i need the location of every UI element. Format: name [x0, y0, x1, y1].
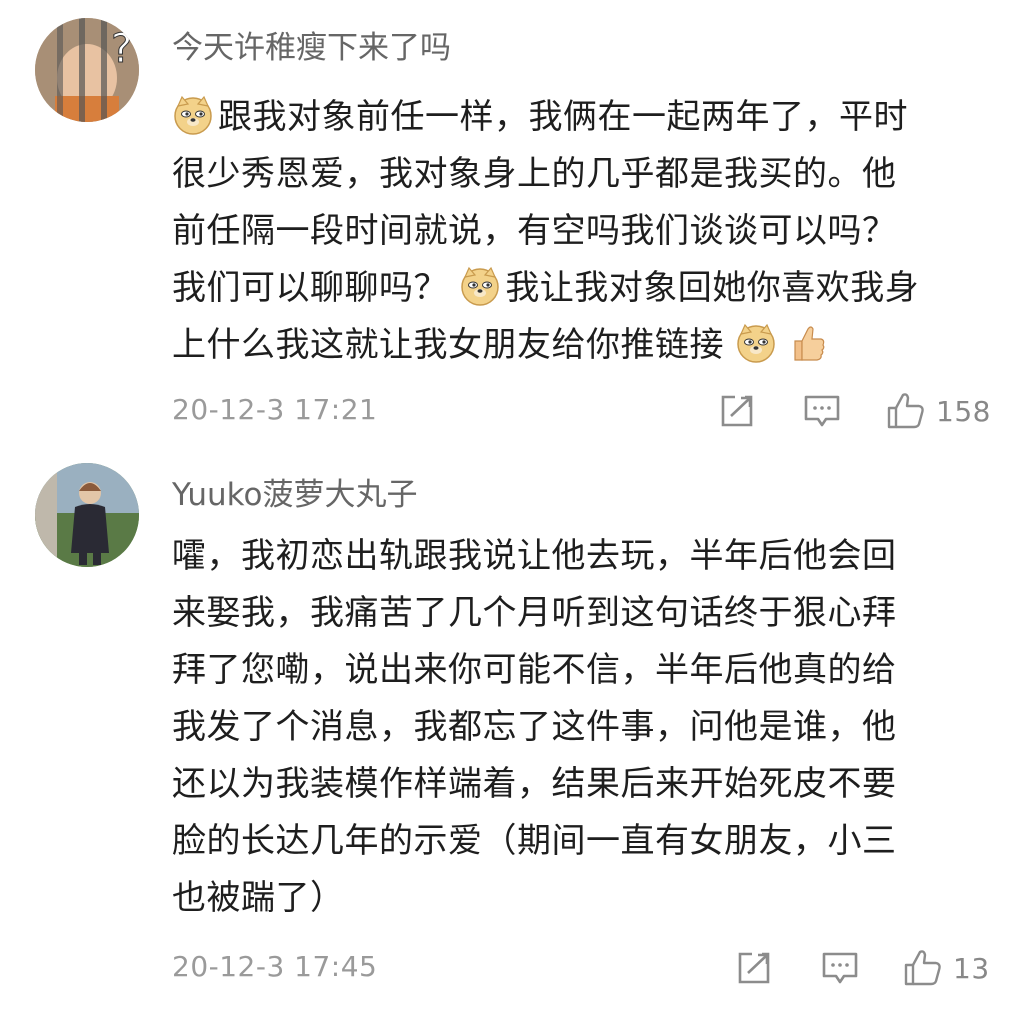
avatar-image: ? — [35, 18, 139, 122]
like-button[interactable]: 13 — [903, 948, 990, 988]
doge-emoji-icon — [172, 94, 214, 136]
comment-line: 上什么我这就让我女朋友给你推链接 — [172, 317, 992, 374]
comment-item: ? 今天许稚瘦下来了吗 跟我对象前任一样，我俩在一起两年了，平时 很少秀恩爱，我… — [0, 0, 1024, 450]
user-avatar[interactable] — [35, 463, 139, 567]
share-button[interactable] — [717, 391, 757, 431]
avatar-image — [35, 463, 139, 567]
share-icon — [738, 952, 770, 984]
comment-line: 前任隔一段时间就说，有空吗我们谈谈可以吗？ — [172, 211, 897, 251]
thumbs-up-icon — [887, 393, 924, 429]
comment-line: 我发了个消息，我都忘了这件事，问他是谁，他 — [172, 707, 897, 747]
comment-body: 跟我对象前任一样，我俩在一起两年了，平时 很少秀恩爱，我对象身上的几乎都是我买的… — [172, 89, 992, 374]
comment-meta: 20-12-3 17:21 158 — [172, 389, 992, 433]
timestamp: 20-12-3 17:45 — [172, 950, 378, 983]
comment-line: 嚯，我初恋出轨跟我说让他去玩，半年后他会回 — [172, 536, 897, 576]
share-icon — [721, 395, 753, 427]
doge-emoji-icon — [459, 265, 501, 307]
like-count: 13 — [953, 951, 990, 985]
like-count: 158 — [936, 394, 991, 428]
comment-line: 还以为我装模作样端着，结果后来开始死皮不要 — [172, 764, 897, 804]
comment-divider — [0, 452, 1024, 453]
comment-line-text: 我让我对象回她你喜欢我身 — [505, 268, 920, 308]
comment-line-text: 我们可以聊聊吗？ — [172, 268, 448, 308]
comment-line: 也被踹了） — [172, 878, 345, 918]
thumbs-up-emoji-icon — [787, 322, 829, 364]
thumbs-up-icon — [904, 950, 941, 986]
svg-text:?: ? — [111, 26, 132, 72]
username[interactable]: 今天许稚瘦下来了吗 — [172, 22, 451, 67]
comment-meta: 20-12-3 17:45 13 — [172, 946, 992, 990]
comment-line-text: 跟我对象前任一样，我俩在一起两年了，平时 — [218, 97, 908, 137]
reply-button[interactable] — [820, 948, 860, 988]
reply-button[interactable] — [802, 391, 842, 431]
doge-emoji-icon — [735, 322, 777, 364]
user-avatar[interactable]: ? — [35, 18, 139, 122]
comment-line: 来娶我，我痛苦了几个月听到这句话终于狠心拜 — [172, 593, 897, 633]
comment-line: 很少秀恩爱，我对象身上的几乎都是我买的。他 — [172, 154, 897, 194]
comment-line: 拜了您嘞，说出来你可能不信，半年后他真的给 — [172, 650, 897, 690]
timestamp: 20-12-3 17:21 — [172, 393, 378, 426]
comment-line: 我们可以聊聊吗？ 我让我对象回她你喜欢我身 — [172, 260, 992, 317]
comment-item: Yuuko菠萝大丸子 嚯，我初恋出轨跟我说让他去玩，半年后他会回 来娶我，我痛苦… — [0, 455, 1024, 1013]
comment-icon — [822, 952, 858, 984]
comment-line: 脸的长达几年的示爱（期间一直有女朋友，小三 — [172, 821, 897, 861]
comment-icon — [804, 395, 840, 427]
share-button[interactable] — [734, 948, 774, 988]
username[interactable]: Yuuko菠萝大丸子 — [172, 469, 418, 514]
comment-body: 嚯，我初恋出轨跟我说让他去玩，半年后他会回 来娶我，我痛苦了几个月听到这句话终于… — [172, 528, 992, 927]
like-button[interactable]: 158 — [886, 391, 991, 431]
comment-line: 跟我对象前任一样，我俩在一起两年了，平时 — [172, 89, 992, 146]
comment-line-text: 上什么我这就让我女朋友给你推链接 — [172, 325, 724, 365]
